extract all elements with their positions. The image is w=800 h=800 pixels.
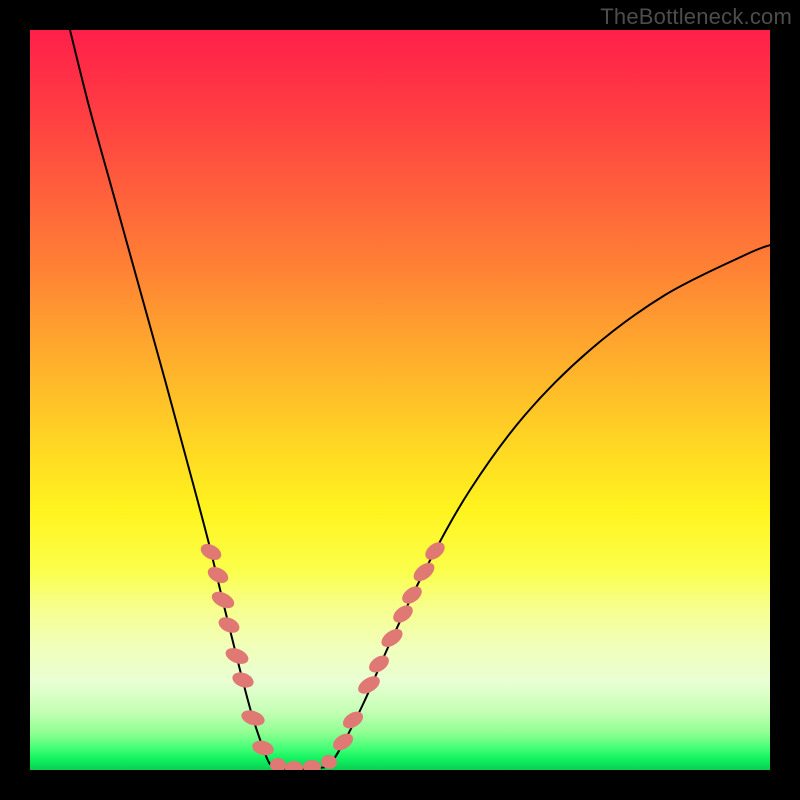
marker-bead: [303, 760, 321, 770]
marker-bead: [378, 625, 406, 650]
marker-bead: [390, 602, 416, 626]
marker-bead: [239, 708, 266, 729]
marker-bead: [366, 652, 392, 676]
marker-bead: [330, 730, 356, 754]
marker-bead: [410, 559, 438, 585]
chart-svg: [30, 30, 770, 770]
marker-bead: [270, 758, 286, 770]
marker-bead: [340, 708, 366, 732]
marker-bead: [198, 541, 224, 564]
marker-bead: [216, 614, 242, 636]
marker-bead: [399, 583, 425, 607]
marker-bead: [355, 673, 383, 698]
chart-frame: TheBottleneck.com: [0, 0, 800, 800]
watermark-text: TheBottleneck.com: [600, 4, 792, 30]
marker-beads: [198, 539, 448, 770]
marker-bead: [209, 588, 237, 611]
marker-bead: [285, 761, 303, 770]
chart-plot-area: [30, 30, 770, 770]
marker-bead: [223, 645, 250, 667]
bottleneck-curve: [70, 30, 770, 769]
marker-bead: [230, 670, 255, 691]
marker-bead: [251, 738, 276, 757]
marker-bead: [422, 539, 448, 564]
